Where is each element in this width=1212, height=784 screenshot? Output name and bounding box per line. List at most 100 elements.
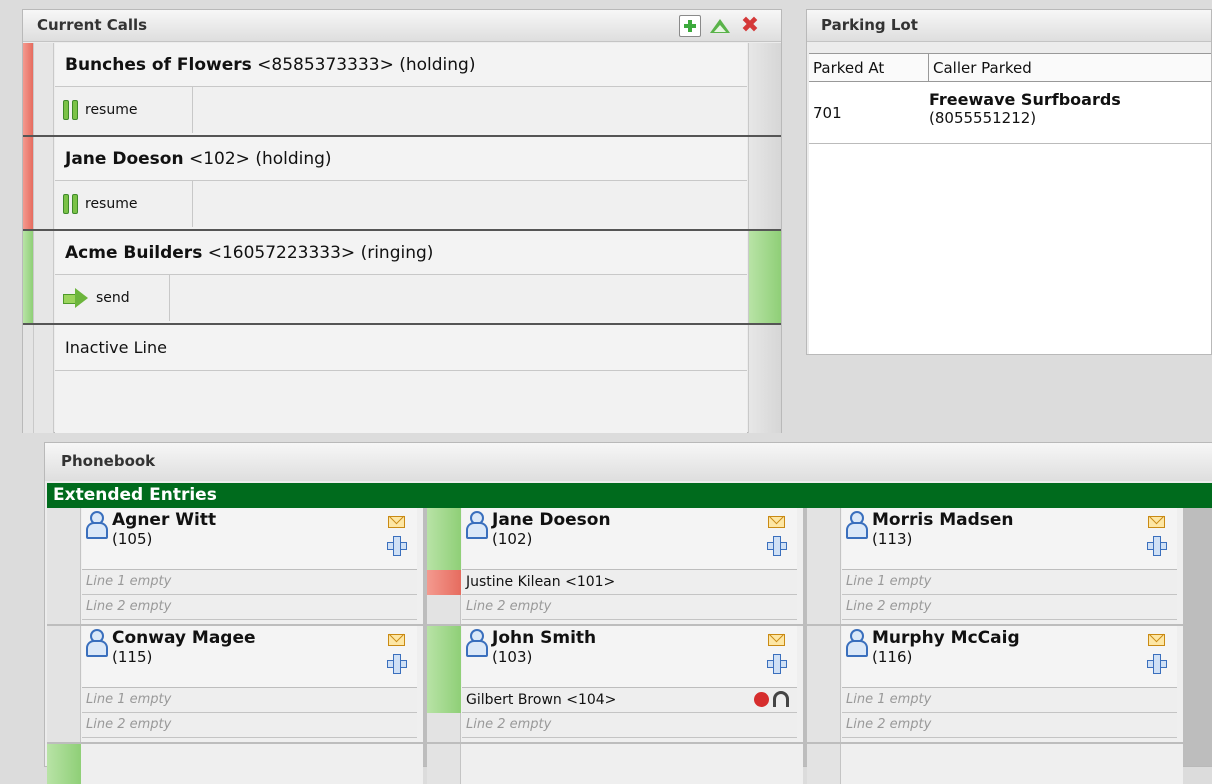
call-title: Acme Builders <16057223333> (ringing): [55, 231, 747, 275]
add-plus-icon[interactable]: [1147, 654, 1167, 674]
entry-line-2: Line 2 empty: [842, 713, 1177, 738]
entry-line-2: Line 2 empty: [462, 713, 797, 738]
entry-line-2: Line 2 empty: [842, 595, 1177, 620]
phonebook-entry[interactable]: John Smith (103) Gilbert Brown <104> Lin…: [427, 626, 803, 742]
entry-line-2: Line 2 empty: [462, 595, 797, 620]
phonebook-entry-partial[interactable]: [807, 744, 1183, 784]
person-icon: [846, 629, 868, 657]
phonebook-entry[interactable]: Jane Doeson (102) Justine Kilean <101> L…: [427, 508, 803, 624]
entry-ext: (116): [872, 648, 913, 666]
phonebook-grid: Agner Witt (105) Line 1 empty Line 2 emp…: [47, 508, 1212, 784]
entry-ext: (105): [112, 530, 153, 548]
section-header: Extended Entries: [47, 483, 1212, 508]
call-line-4: Inactive Line: [23, 325, 781, 433]
call-status-strip: [23, 43, 34, 135]
strip-segment: [427, 570, 461, 595]
current-calls-title: Current Calls: [23, 10, 781, 42]
record-icon[interactable]: [754, 692, 769, 707]
parked-caller: Freewave Surfboards (8055551212): [929, 82, 1211, 143]
resume-label: resume: [85, 102, 138, 118]
entry-header: Conway Magee (115): [82, 626, 417, 688]
call-main: Jane Doeson <102> (holding) resume: [55, 137, 747, 229]
person-icon: [86, 511, 108, 539]
mail-icon[interactable]: [1148, 516, 1165, 528]
entry-name: Agner Witt: [112, 510, 217, 530]
mail-icon[interactable]: [388, 634, 405, 646]
resume-label: resume: [85, 196, 138, 212]
entry-status-strip: [47, 508, 81, 624]
entry-name: Morris Madsen: [872, 510, 1014, 530]
call-main: Bunches of Flowers <8585373333> (holding…: [55, 43, 747, 135]
add-plus-icon[interactable]: [1147, 536, 1167, 556]
entry-body: Conway Magee (115) Line 1 empty Line 2 e…: [82, 626, 417, 742]
send-button[interactable]: send: [55, 275, 170, 321]
entry-body: Murphy McCaig (116) Line 1 empty Line 2 …: [842, 626, 1177, 742]
add-plus-icon[interactable]: [767, 654, 787, 674]
call-line-3: Acme Builders <16057223333> (ringing) se…: [23, 231, 781, 323]
entry-header: Agner Witt (105): [82, 508, 417, 570]
parked-call-row[interactable]: 701 Freewave Surfboards (8055551212): [809, 82, 1211, 144]
entry-status-strip: [427, 508, 461, 624]
phonebook-entry-partial[interactable]: [47, 744, 423, 784]
entry-status-strip: [427, 626, 461, 742]
person-icon: [846, 511, 868, 539]
entry-ext: (115): [112, 648, 153, 666]
mail-icon[interactable]: [1148, 634, 1165, 646]
call-main: Inactive Line: [55, 325, 747, 433]
entry-header: Murphy McCaig (116): [842, 626, 1177, 688]
phonebook-entry[interactable]: Murphy McCaig (116) Line 1 empty Line 2 …: [807, 626, 1183, 742]
pause-icon: [63, 194, 78, 214]
close-icon[interactable]: ✖: [739, 15, 761, 37]
entry-line-1: Line 1 empty: [82, 570, 417, 595]
entry-body: Morris Madsen (113) Line 1 empty Line 2 …: [842, 508, 1177, 624]
caller-detail: <102> (holding): [183, 149, 332, 169]
add-plus-icon[interactable]: [387, 654, 407, 674]
resume-button[interactable]: resume: [55, 87, 193, 133]
send-label: send: [96, 290, 130, 306]
add-plus-icon[interactable]: [387, 536, 407, 556]
calls-list: Bunches of Flowers <8585373333> (holding…: [23, 43, 781, 433]
entry-body: Jane Doeson (102) Justine Kilean <101> L…: [462, 508, 797, 624]
call-status-strip: [23, 325, 34, 433]
entry-name: Jane Doeson: [492, 510, 611, 530]
entry-name: Murphy McCaig: [872, 628, 1020, 648]
entry-header: John Smith (103): [462, 626, 797, 688]
call-actions: resume: [55, 87, 747, 133]
parking-lot-table: Parked At Caller Parked 701 Freewave Sur…: [809, 53, 1211, 354]
phonebook-entry-partial[interactable]: [427, 744, 803, 784]
entry-body: John Smith (103) Gilbert Brown <104> Lin…: [462, 626, 797, 742]
add-plus-icon[interactable]: [767, 536, 787, 556]
mail-icon[interactable]: [768, 516, 785, 528]
mail-icon[interactable]: [388, 516, 405, 528]
phonebook-entry[interactable]: Morris Madsen (113) Line 1 empty Line 2 …: [807, 508, 1183, 624]
call-actions: resume: [55, 181, 747, 227]
parking-lot-panel: Parking Lot Parked At Caller Parked 701 …: [806, 9, 1212, 355]
call-gap: [34, 325, 54, 433]
call-gap: [34, 137, 54, 229]
pause-icon: [63, 100, 78, 120]
person-icon: [86, 629, 108, 657]
resume-button[interactable]: resume: [55, 181, 193, 227]
strip-segment: [47, 744, 81, 784]
person-icon: [466, 629, 488, 657]
call-status-strip: [23, 231, 34, 323]
headset-icon[interactable]: [773, 691, 789, 707]
entry-line-1: Line 1 empty: [842, 570, 1177, 595]
parked-at: 701: [813, 103, 842, 122]
entry-status-strip: [807, 508, 841, 624]
call-line-1: Bunches of Flowers <8585373333> (holding…: [23, 43, 781, 135]
entry-ext: (102): [492, 530, 533, 548]
phonebook-entry[interactable]: Agner Witt (105) Line 1 empty Line 2 emp…: [47, 508, 423, 624]
phonebook-title: Phonebook: [45, 443, 1212, 481]
current-calls-header-icons: ✖: [679, 15, 761, 37]
col-caller-parked: Caller Parked: [933, 59, 1032, 77]
phonebook-entry[interactable]: Conway Magee (115) Line 1 empty Line 2 e…: [47, 626, 423, 742]
collapse-up-icon[interactable]: [709, 15, 731, 37]
call-right-strip: [748, 231, 781, 323]
strip-segment: [427, 626, 461, 713]
call-actions: send: [55, 275, 747, 321]
entry-line-1: Line 1 empty: [842, 688, 1177, 713]
entry-header: Jane Doeson (102): [462, 508, 797, 570]
add-line-icon[interactable]: [679, 15, 701, 37]
mail-icon[interactable]: [768, 634, 785, 646]
